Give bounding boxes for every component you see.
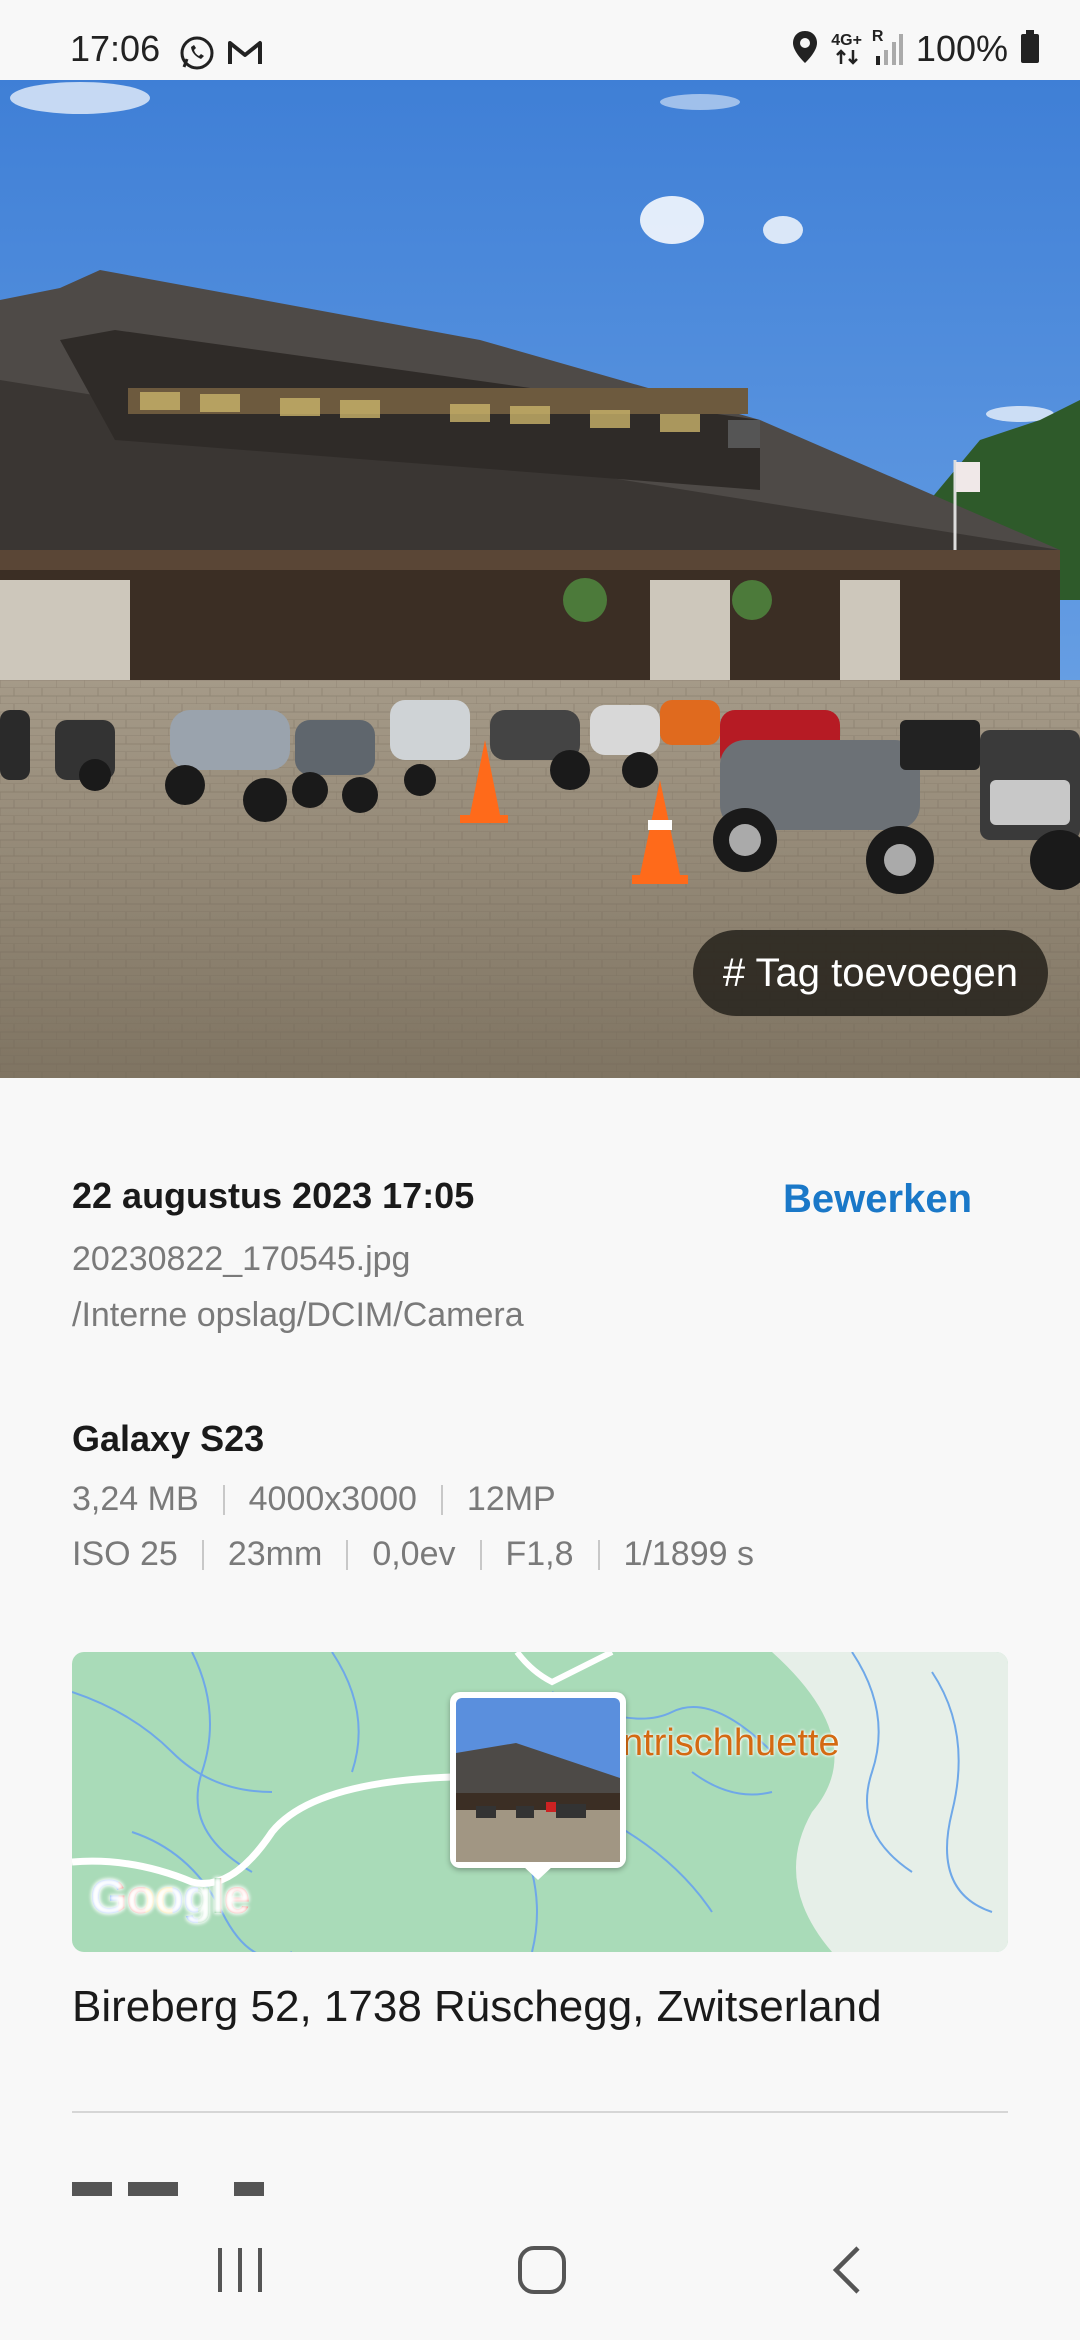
recents-button[interactable] xyxy=(210,2240,270,2300)
exposure-value: 0,0ev xyxy=(372,1535,456,1573)
map-photo-thumbnail xyxy=(456,1698,620,1862)
map-photo-pin[interactable] xyxy=(450,1692,626,1880)
section-divider xyxy=(72,2111,1008,2113)
divider xyxy=(597,1539,600,1570)
megapixels: 12MP xyxy=(466,1480,556,1518)
file-size: 3,24 MB xyxy=(72,1480,199,1518)
navigation-bar xyxy=(0,2196,1080,2340)
recents-icon xyxy=(218,2248,262,2292)
signal-icon: R xyxy=(872,28,904,66)
divider xyxy=(346,1539,349,1570)
whatsapp-icon xyxy=(178,34,216,77)
gmail-icon xyxy=(226,34,264,77)
camera-specs: ISO 25 23mm 0,0ev F1,8 1/1899 s xyxy=(72,1535,754,1574)
back-icon xyxy=(832,2246,860,2294)
divider xyxy=(440,1484,443,1515)
location-icon xyxy=(791,29,819,70)
iso: ISO 25 xyxy=(72,1535,178,1573)
google-logo-text: Google xyxy=(90,1871,250,1924)
divider xyxy=(222,1484,225,1515)
divider xyxy=(479,1539,482,1570)
next-section-peek xyxy=(72,2182,1008,2196)
location-address[interactable]: Bireberg 52, 1738 Rüschegg, Zwitserland xyxy=(72,1982,882,2032)
home-button[interactable] xyxy=(512,2240,572,2300)
file-name: 20230822_170545.jpg xyxy=(72,1240,411,1278)
roaming-label: R xyxy=(871,28,884,45)
home-icon xyxy=(518,2246,566,2294)
location-map[interactable]: ntrischhuette Google xyxy=(72,1652,1008,1952)
battery-icon xyxy=(1020,29,1040,69)
add-tag-label: # Tag toevoegen xyxy=(722,950,1018,995)
file-path: /Interne opslag/DCIM/Camera xyxy=(72,1296,524,1334)
device-name: Galaxy S23 xyxy=(72,1418,265,1459)
battery-percent: 100% xyxy=(915,28,1008,69)
back-button[interactable] xyxy=(818,2240,878,2300)
divider xyxy=(201,1539,204,1570)
edit-button[interactable]: Bewerken xyxy=(783,1177,972,1222)
add-tag-button[interactable]: # Tag toevoegen xyxy=(692,930,1048,1016)
focal-length: 23mm xyxy=(227,1535,323,1573)
resolution: 4000x3000 xyxy=(248,1480,417,1518)
status-time: 17:06 xyxy=(70,28,161,69)
network-label: 4G+ xyxy=(831,32,862,49)
map-place-label: ntrischhuette xyxy=(622,1722,840,1764)
photo-image xyxy=(0,80,1080,1078)
photo-date: 22 augustus 2023 17:05 xyxy=(72,1175,475,1216)
pin-pointer-icon xyxy=(523,1866,553,1880)
google-logo: Google xyxy=(90,1870,250,1925)
photo-preview[interactable]: # Tag toevoegen xyxy=(0,80,1080,1078)
aperture: F1,8 xyxy=(505,1535,574,1573)
file-specs: 3,24 MB 4000x3000 12MP xyxy=(72,1480,556,1519)
shutter-speed: 1/1899 s xyxy=(623,1535,754,1573)
status-bar: 17:06 4G+ R 100% xyxy=(0,0,1080,80)
network-4g-icon: 4G+ xyxy=(831,33,862,65)
